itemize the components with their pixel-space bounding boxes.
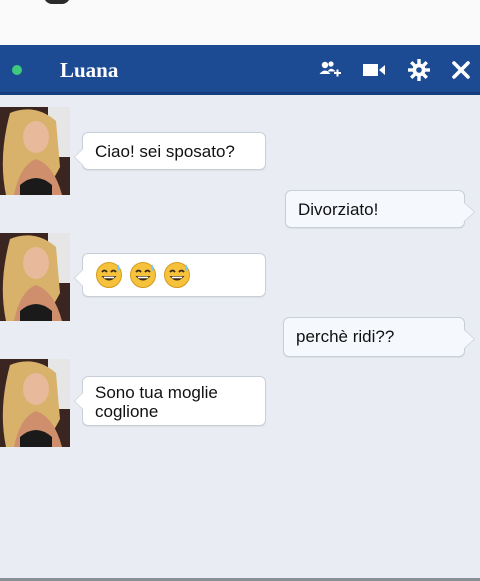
top-edge-mark: [44, 0, 70, 4]
message-bubble-outgoing: perchè ridi??: [283, 317, 475, 357]
grinning-sweat-emoji: [95, 261, 123, 289]
grinning-sweat-emoji: [163, 261, 191, 289]
gear-icon[interactable]: [407, 58, 431, 82]
top-strip: [0, 0, 480, 45]
message-bubble-incoming: Ciao! sei sposato?: [74, 132, 266, 170]
grinning-sweat-emoji: [129, 261, 157, 289]
message-text: perchè ridi??: [296, 327, 395, 346]
contact-avatar[interactable]: [0, 359, 70, 447]
online-status-dot: [12, 65, 22, 75]
add-friend-icon[interactable]: [318, 58, 342, 82]
message-bubble-incoming: [74, 253, 266, 297]
contact-name[interactable]: Luana: [60, 58, 118, 83]
message-text: Divorziato!: [298, 200, 379, 219]
contact-avatar[interactable]: [0, 107, 70, 195]
message-bubble-outgoing: Divorziato!: [285, 190, 475, 228]
video-call-icon[interactable]: [362, 58, 386, 82]
message-text: Ciao! sei sposato?: [95, 142, 235, 161]
message-text-line: coglione: [95, 402, 159, 421]
message-bubble-incoming: Sono tua moglie coglione: [74, 376, 266, 426]
message-text-line: Sono tua moglie: [95, 383, 218, 402]
chat-messages-area: Ciao! sei sposato? Divorziato! perchè ri…: [0, 95, 480, 578]
chat-header: Luana: [0, 45, 480, 95]
contact-avatar[interactable]: [0, 233, 70, 321]
close-icon[interactable]: [449, 58, 473, 82]
